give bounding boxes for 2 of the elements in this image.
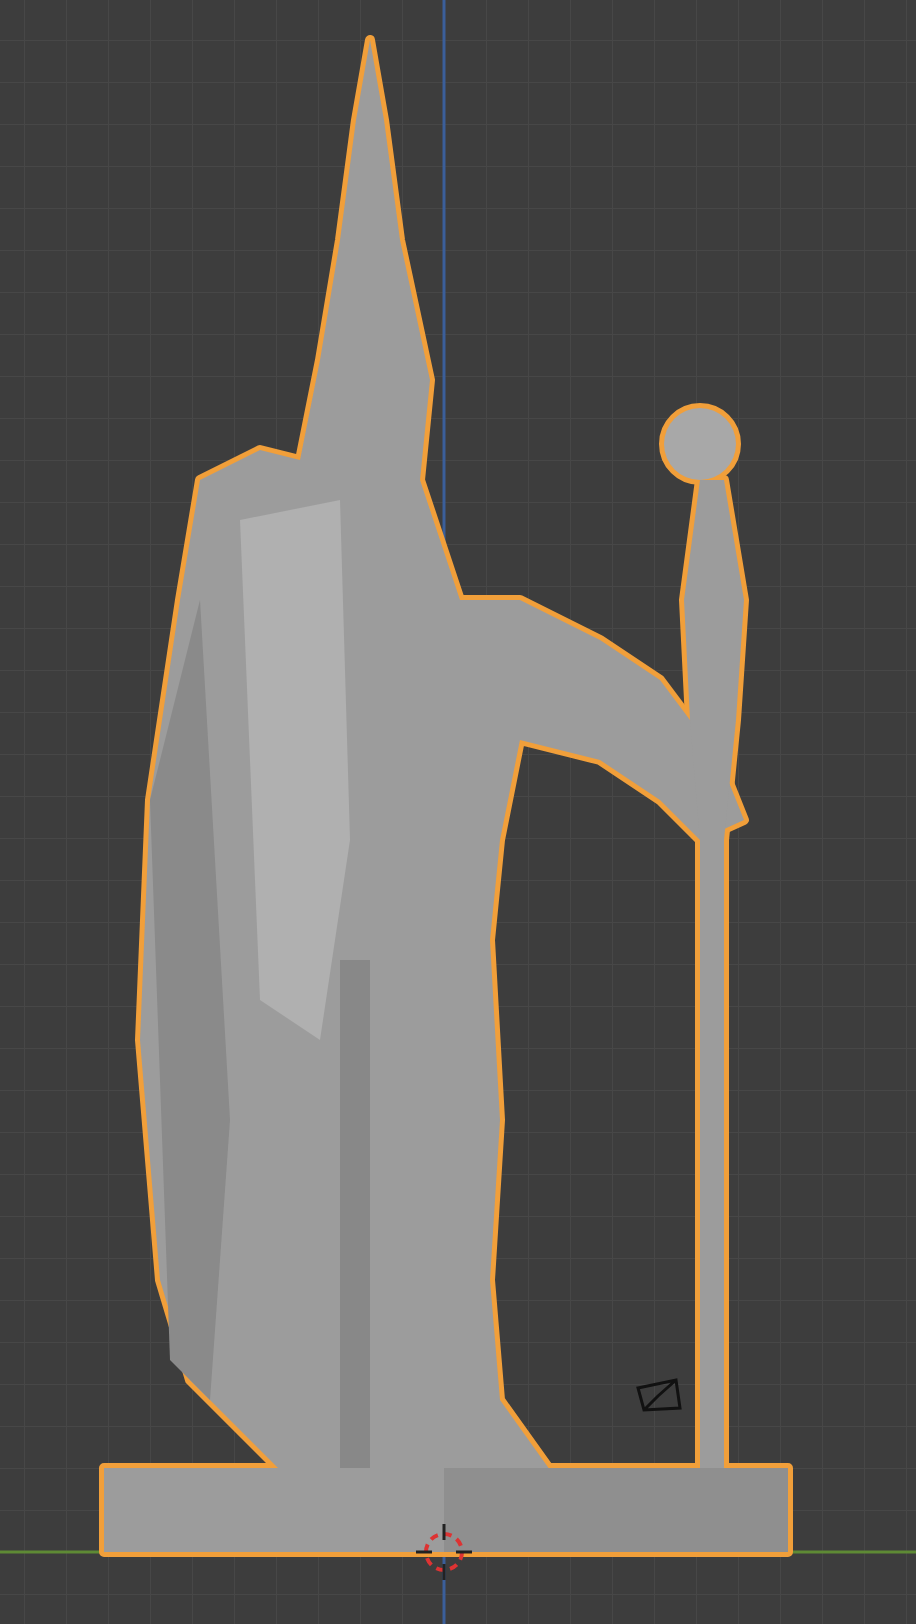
3d-cursor-icon [414,1522,474,1582]
camera-icon [636,1378,682,1412]
